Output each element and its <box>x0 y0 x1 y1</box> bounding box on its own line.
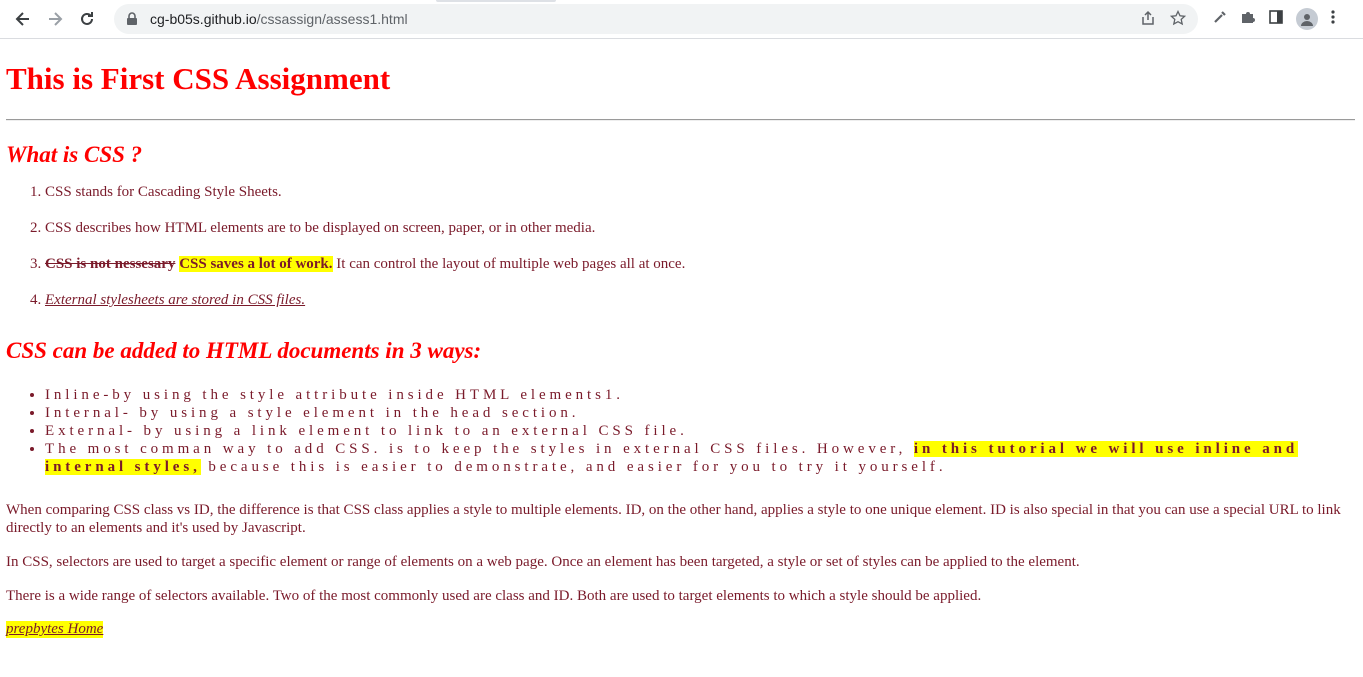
tab-edge <box>436 0 556 2</box>
page-content: This is First CSS Assignment What is CSS… <box>0 61 1363 638</box>
underlined-italic-text: External stylesheets are stored in CSS f… <box>45 292 306 308</box>
url-path: /cssassign/assess1.html <box>256 11 408 27</box>
back-arrow-icon <box>15 12 29 26</box>
forward-arrow-icon <box>49 12 63 26</box>
eyedropper-icon[interactable] <box>1212 9 1228 30</box>
more-menu-icon[interactable] <box>1330 9 1336 30</box>
list-item: The most comman way to add CSS. is to ke… <box>45 440 1355 476</box>
list-item: CSS stands for Cascading Style Sheets. <box>45 183 1355 201</box>
profile-avatar-icon[interactable] <box>1296 8 1318 30</box>
extensions-puzzle-icon[interactable] <box>1240 9 1256 30</box>
list-item: External- by using a link element to lin… <box>45 422 1355 440</box>
list-item: Internal- by using a style element in th… <box>45 404 1355 422</box>
item-text: Inline-by using the style attribute insi… <box>45 387 624 403</box>
paragraph-selectors: In CSS, selectors are used to target a s… <box>6 554 1080 570</box>
what-is-css-list: CSS stands for Cascading Style Sheets. C… <box>6 183 1355 309</box>
paragraph-selector-range: There is a wide range of selectors avail… <box>6 588 982 604</box>
list-item: External stylesheets are stored in CSS f… <box>45 291 1355 309</box>
side-panel-icon[interactable] <box>1268 9 1284 30</box>
back-button[interactable] <box>8 4 38 34</box>
list-item: CSS is not nessesary CSS saves a lot of … <box>45 255 1355 273</box>
forward-button[interactable] <box>40 4 70 34</box>
ways-list: Inline-by using the style attribute insi… <box>6 386 1355 476</box>
section-heading-what-is-css: What is CSS ? <box>6 142 143 167</box>
item-text: CSS stands for Cascading Style Sheets. <box>45 184 282 200</box>
url-host: cg-b05s.github.io <box>150 11 257 27</box>
item-text: External- by using a link element to lin… <box>45 423 688 439</box>
strikethrough-text: CSS is not nessesary <box>45 256 176 272</box>
section-heading-ways: CSS can be added to HTML documents in 3 … <box>6 338 482 363</box>
item-text: The most comman way to add CSS. is to ke… <box>45 441 914 457</box>
item-text: CSS describes how HTML elements are to b… <box>45 220 596 236</box>
reload-icon <box>81 12 93 25</box>
paragraph-class-vs-id: When comparing CSS class vs ID, the diff… <box>6 502 1341 536</box>
home-link[interactable]: prepbytes Home <box>6 621 104 638</box>
list-item: Inline-by using the style attribute insi… <box>45 386 1355 404</box>
item-text: It can control the layout of multiple we… <box>332 256 686 272</box>
bookmark-star-icon[interactable] <box>1169 9 1187 29</box>
list-item: CSS describes how HTML elements are to b… <box>45 219 1355 237</box>
share-icon[interactable] <box>1140 10 1156 29</box>
divider <box>6 119 1355 121</box>
lock-icon <box>126 12 138 26</box>
browser-toolbar: cg-b05s.github.io/cssassign/assess1.html <box>0 0 1363 39</box>
address-bar[interactable]: cg-b05s.github.io/cssassign/assess1.html <box>114 4 1198 34</box>
highlighted-text: CSS saves a lot of work. <box>179 256 333 272</box>
item-text: because this is easier to demonstrate, a… <box>200 459 947 475</box>
page-title: This is First CSS Assignment <box>6 61 391 96</box>
item-text: Internal- by using a style element in th… <box>45 405 580 421</box>
reload-button[interactable] <box>72 4 102 34</box>
